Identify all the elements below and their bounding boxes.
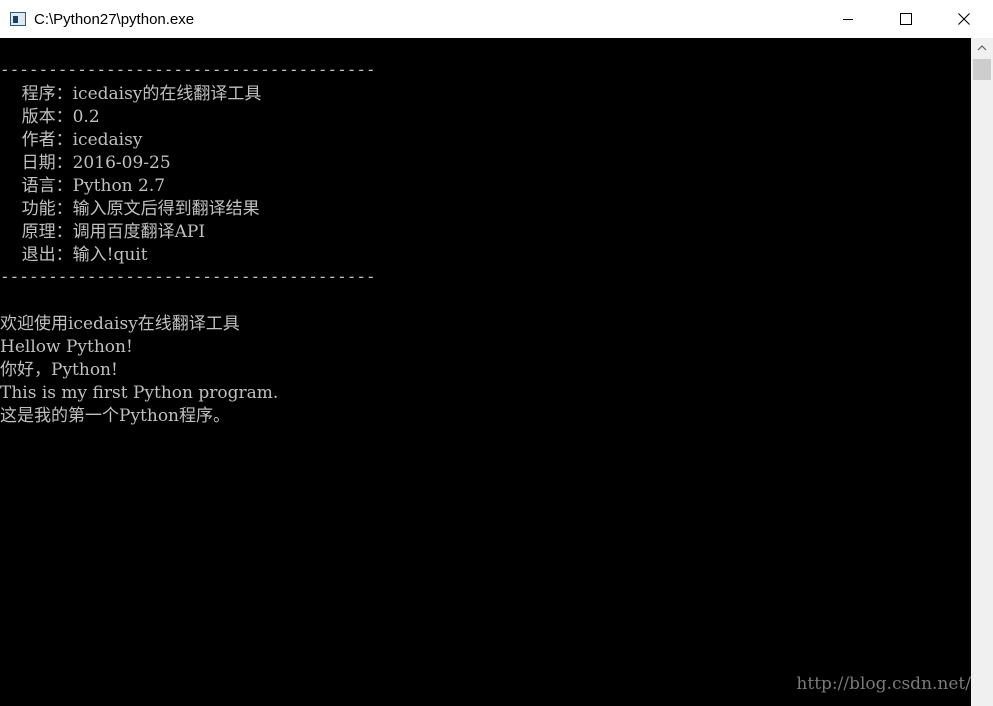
close-button[interactable] [935,0,993,38]
chevron-up-icon [977,45,987,51]
info-line-version: 版本：0.2 [0,107,100,127]
info-line-author: 作者：icedaisy [0,130,143,150]
separator-top: --------------------------------------- [0,60,376,79]
output-line-input: Hellow Python! [0,337,133,357]
info-line-language: 语言：Python 2.7 [0,176,166,196]
close-icon [958,13,970,25]
info-line-exit: 退出：输入!quit [0,245,148,265]
maximize-icon [900,13,912,25]
minimize-icon [843,19,853,20]
minimize-button[interactable] [819,0,877,38]
vertical-scrollbar[interactable] [971,38,993,706]
console-output-area[interactable]: --------------------------------------- … [0,38,971,706]
title-bar[interactable]: C:\Python27\python.exe [0,0,993,38]
scroll-thumb[interactable] [973,59,991,80]
maximize-button[interactable] [877,0,935,38]
console-window: C:\Python27\python.exe -----------------… [0,0,993,706]
window-controls [819,0,993,38]
output-line-translation: 你好，Python! [0,360,118,380]
info-line-principle: 原理：调用百度翻译API [0,222,206,242]
info-line-function: 功能：输入原文后得到翻译结果 [0,199,260,219]
info-line-date: 日期：2016-09-25 [0,153,171,173]
separator-bottom: --------------------------------------- [0,267,376,286]
output-line-welcome: 欢迎使用icedaisy在线翻译工具 [0,314,240,334]
output-line-input: This is my first Python program. [0,383,279,403]
info-line-program: 程序：icedaisy的在线翻译工具 [0,84,262,104]
output-line-translation: 这是我的第一个Python程序。 [0,406,231,426]
scroll-up-button[interactable] [971,38,993,58]
console-app-icon[interactable] [10,12,26,26]
window-title: C:\Python27\python.exe [34,10,195,28]
watermark: http://blog.csdn.net/ [796,674,971,694]
